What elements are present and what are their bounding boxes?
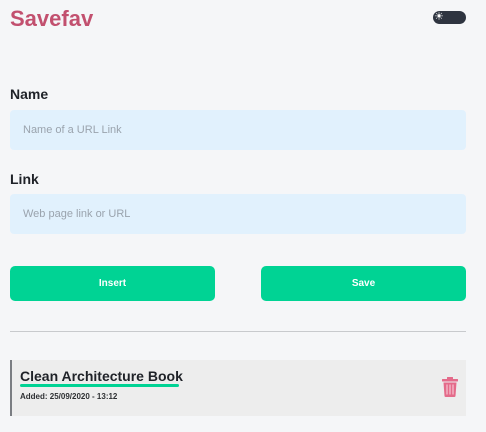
bookmark-added-date: Added: 25/09/2020 - 13:12 — [20, 392, 118, 401]
bookmark-item: Clean Architecture Book Added: 25/09/202… — [10, 360, 466, 416]
name-input[interactable] — [10, 110, 466, 150]
link-label: Link — [10, 171, 39, 187]
link-input[interactable] — [10, 194, 466, 234]
sun-icon: ☀ — [434, 11, 444, 23]
theme-toggle[interactable]: ☀ — [433, 11, 466, 24]
bookmark-title-underline — [20, 384, 179, 387]
app-title: Savefav — [10, 6, 94, 31]
divider — [10, 331, 466, 332]
trash-icon[interactable] — [442, 377, 458, 397]
save-button[interactable]: Save — [261, 266, 466, 301]
insert-button[interactable]: Insert — [10, 266, 215, 301]
bookmark-title[interactable]: Clean Architecture Book — [20, 368, 183, 384]
name-label: Name — [10, 86, 49, 102]
